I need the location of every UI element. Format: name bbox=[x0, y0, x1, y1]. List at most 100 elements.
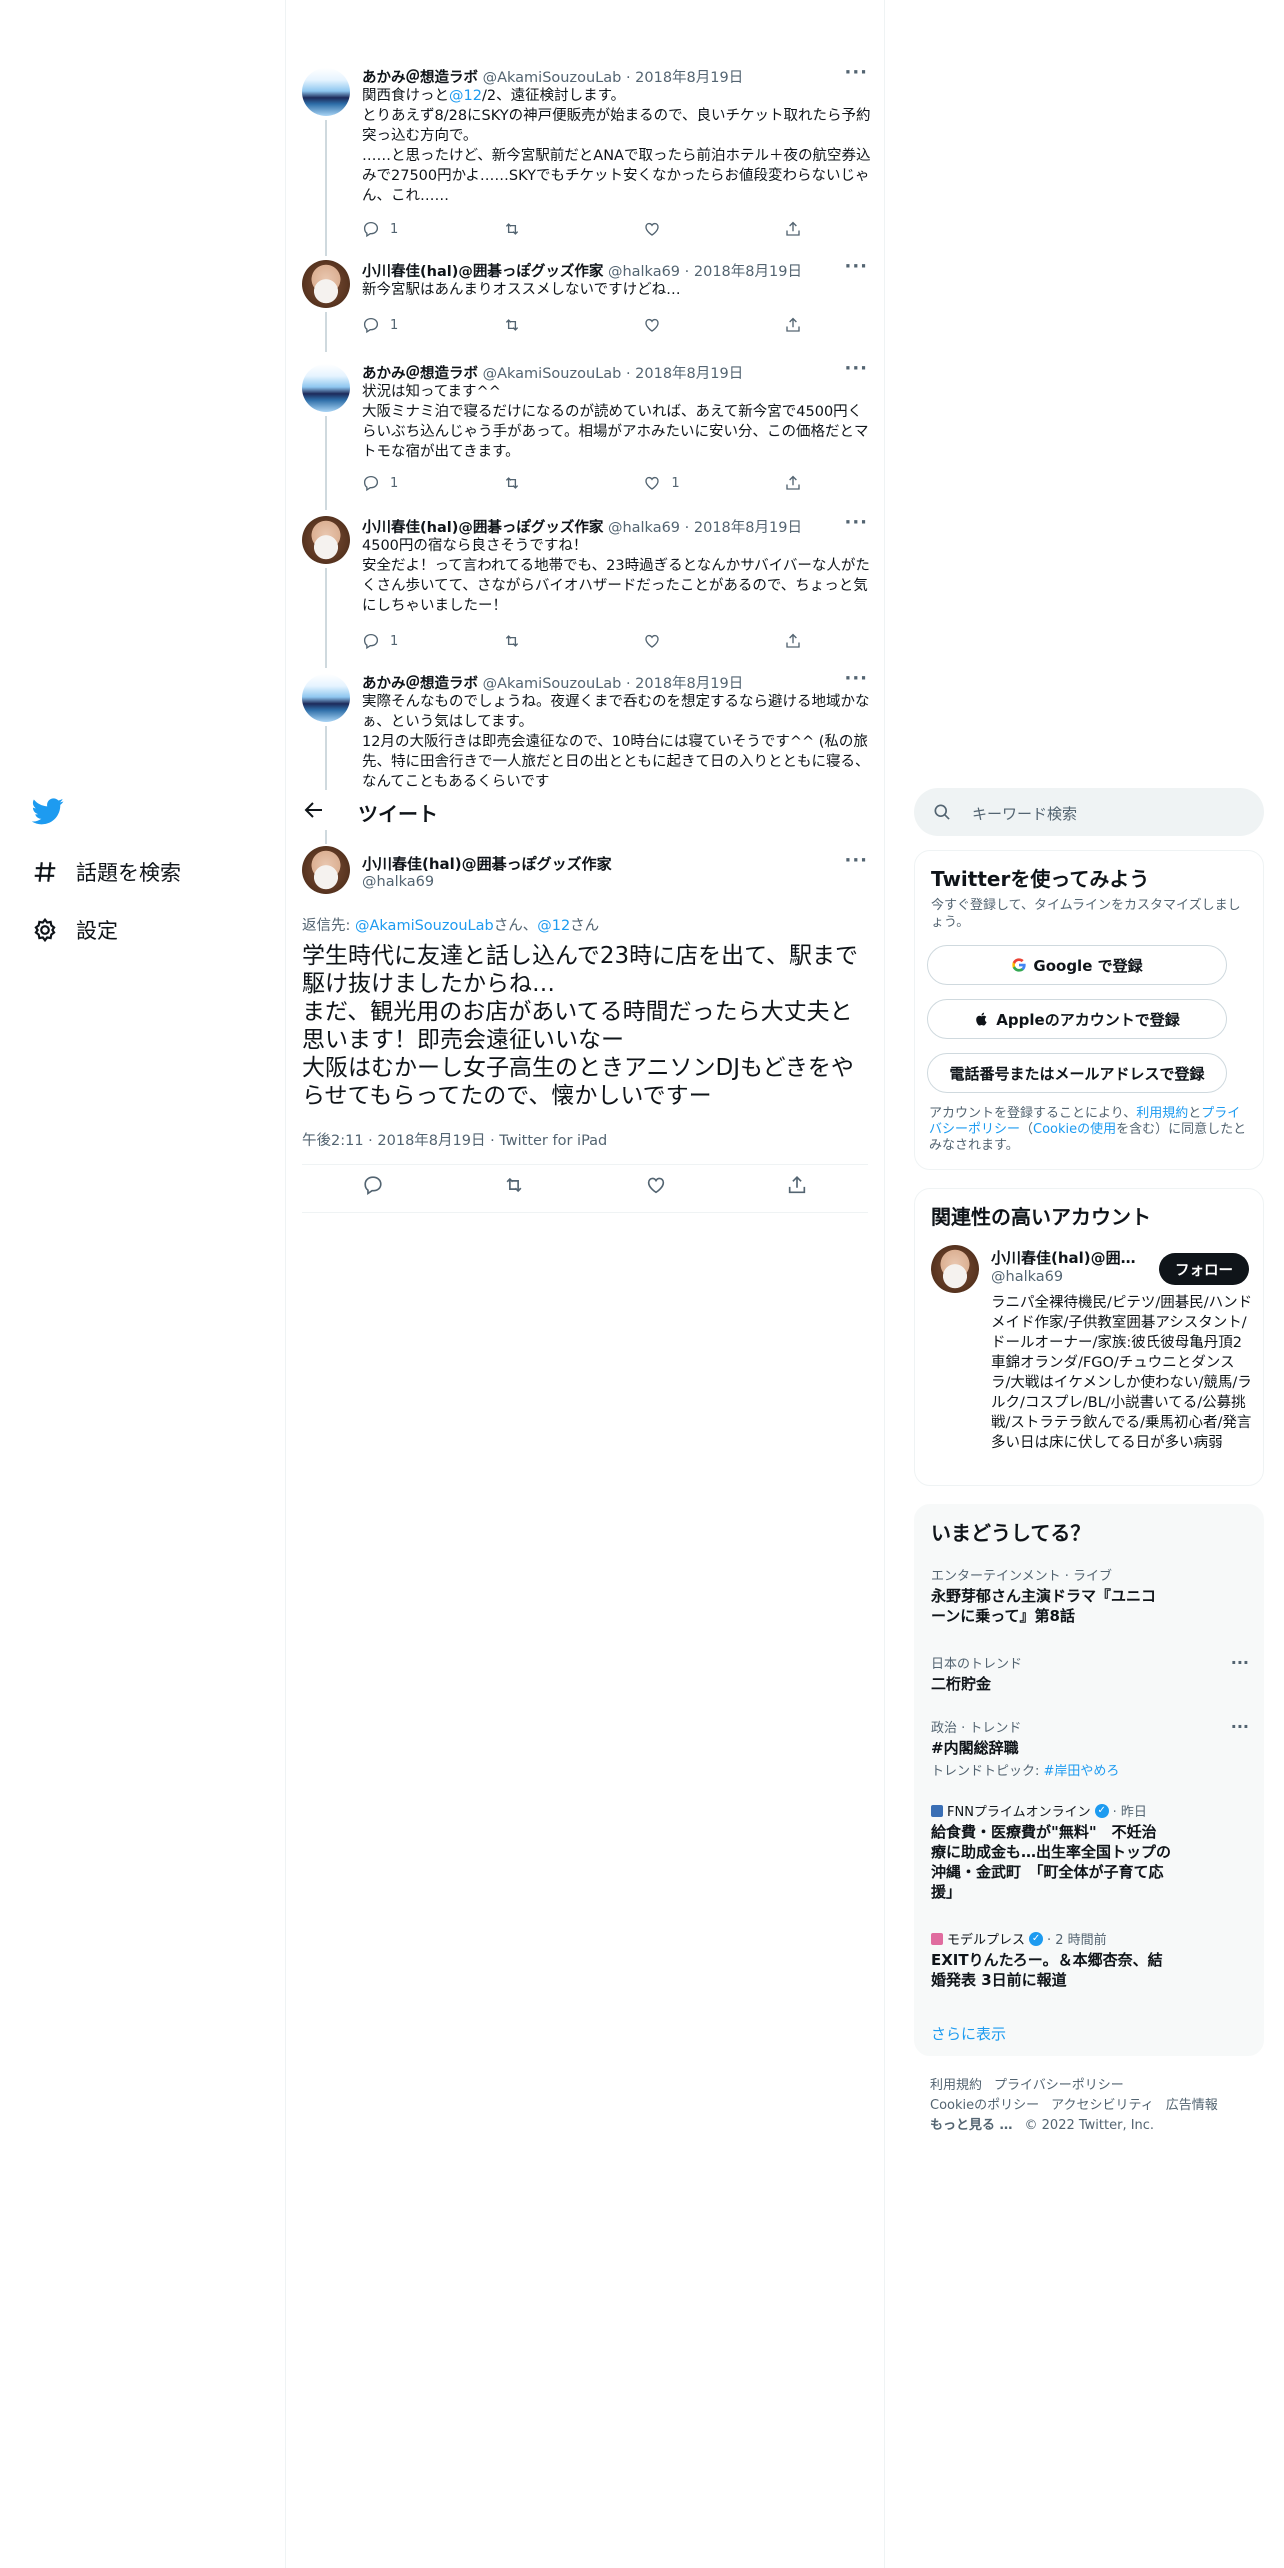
trends-title: いまどうしてる？ bbox=[931, 1521, 1091, 1545]
retweet-button[interactable] bbox=[503, 220, 603, 238]
share-button[interactable] bbox=[784, 632, 802, 650]
terms-link[interactable]: 利用規約 bbox=[1136, 1106, 1188, 1121]
more-icon[interactable]: ··· bbox=[1231, 1717, 1249, 1736]
tweet-actions bbox=[302, 1174, 868, 1196]
display-name[interactable]: あかみ＠想造ラボ bbox=[362, 676, 478, 692]
reply-count: 1 bbox=[390, 317, 399, 333]
thread-line bbox=[325, 312, 327, 352]
more-icon[interactable]: ··· bbox=[844, 62, 868, 83]
news-item[interactable]: FNNプライムオンライン ✓ · 昨日 給食費・医療費が"無料" 不妊治療に助成金も… bbox=[931, 1801, 1249, 1902]
like-button[interactable] bbox=[643, 316, 743, 334]
tweet-actions: 1 bbox=[362, 630, 802, 652]
tweet[interactable]: あかみ＠想造ラボ @AkamiSouzouLab · 2018年8月19日 ··… bbox=[286, 356, 884, 510]
reply-icon bbox=[363, 221, 379, 238]
more-icon[interactable]: ··· bbox=[844, 256, 868, 277]
mention-link[interactable]: @12 bbox=[449, 88, 482, 104]
reply-icon[interactable] bbox=[362, 1174, 384, 1196]
reply-button[interactable]: 1 bbox=[362, 220, 462, 238]
tweet-date[interactable]: · 2018年8月19日 bbox=[685, 264, 802, 280]
like-button[interactable] bbox=[643, 220, 743, 238]
handle[interactable]: @halka69 bbox=[608, 264, 680, 280]
trend-meta: 日本のトレンド bbox=[931, 1657, 1023, 1672]
share-icon[interactable] bbox=[786, 1174, 808, 1196]
tweet-date[interactable]: · 2018年8月19日 bbox=[685, 520, 802, 536]
like-button[interactable]: 1 bbox=[643, 474, 743, 492]
thread-line bbox=[325, 830, 327, 844]
handle[interactable]: @AkamiSouzouLab bbox=[483, 70, 622, 86]
thread-line bbox=[325, 250, 327, 256]
trend-topic-link[interactable]: #岸田やめろ bbox=[1044, 1764, 1120, 1779]
heart-icon[interactable] bbox=[645, 1174, 667, 1196]
display-name[interactable]: 小川春佳(hal)@囲碁っぽグッズ作家 bbox=[362, 853, 612, 874]
news-item[interactable]: モデルプレス ✓ · 2 時間前 EXITりんたろー。＆本郷杏奈、結婚発表 3日前に… bbox=[931, 1929, 1249, 1990]
twitter-logo-icon[interactable] bbox=[31, 795, 64, 827]
share-button[interactable] bbox=[784, 220, 802, 238]
avatar[interactable] bbox=[302, 260, 350, 308]
apple-signup-button[interactable]: Appleのアカウントで登録 bbox=[927, 999, 1227, 1039]
avatar[interactable] bbox=[302, 364, 350, 412]
display-name[interactable]: 小川春佳(hal)@囲碁っぽグッズ作家 bbox=[362, 520, 603, 536]
retweet-button[interactable] bbox=[503, 316, 603, 334]
footer-link[interactable]: 利用規約 bbox=[930, 2078, 982, 2093]
mention-link[interactable]: @AkamiSouzouLab bbox=[355, 918, 494, 934]
trend-item[interactable]: 日本のトレンド 二桁貯金 ··· bbox=[931, 1653, 1249, 1694]
trend-item[interactable]: エンターテインメント · ライブ 永野芽郁さん主演ドラマ『ユニコーンに乗って』第… bbox=[931, 1565, 1249, 1626]
show-more-link[interactable]: さらに表示 bbox=[931, 2023, 1006, 2044]
related-handle[interactable]: @halka69 bbox=[991, 1269, 1063, 1285]
handle[interactable]: @halka69 bbox=[608, 520, 680, 536]
display-name[interactable]: 小川春佳(hal)@囲碁っぽグッズ作家 bbox=[362, 264, 603, 280]
avatar[interactable] bbox=[302, 68, 350, 116]
share-button[interactable] bbox=[784, 316, 802, 334]
share-button[interactable] bbox=[784, 474, 802, 492]
tweet-meta[interactable]: 午後2:11 · 2018年8月19日 · Twitter for iPad bbox=[302, 1129, 607, 1150]
reply-button[interactable]: 1 bbox=[362, 316, 462, 334]
follow-button[interactable]: フォロー bbox=[1159, 1253, 1249, 1285]
tweet-header: 小川春佳(hal)@囲碁っぽグッズ作家 @halka69 · 2018年8月19… bbox=[362, 516, 802, 537]
handle[interactable]: @AkamiSouzouLab bbox=[483, 366, 622, 382]
back-arrow-icon[interactable] bbox=[302, 798, 326, 822]
tweet-date[interactable]: · 2018年8月19日 bbox=[626, 676, 743, 692]
tweet[interactable]: あかみ＠想造ラボ @AkamiSouzouLab · 2018年8月19日 ··… bbox=[286, 668, 884, 790]
footer-link[interactable]: 広告情報 bbox=[1166, 2098, 1218, 2113]
handle[interactable]: @AkamiSouzouLab bbox=[483, 676, 622, 692]
search-input[interactable]: キーワード検索 bbox=[914, 788, 1264, 836]
more-icon[interactable]: ··· bbox=[844, 850, 868, 871]
related-bio: ラニパ全裸待機民/ピテツ/囲碁民/ハンドメイド作家/子供教室囲碁アシスタント/ド… bbox=[991, 1295, 1253, 1451]
retweet-icon[interactable] bbox=[503, 1174, 525, 1196]
tweet[interactable]: あかみ＠想造ラボ @AkamiSouzouLab · 2018年8月19日 ··… bbox=[286, 60, 884, 254]
like-button[interactable] bbox=[643, 632, 743, 650]
tweet-date[interactable]: · 2018年8月19日 bbox=[626, 70, 743, 86]
mention-link[interactable]: @12 bbox=[537, 918, 570, 934]
avatar[interactable] bbox=[302, 846, 350, 894]
trend-item[interactable]: 政治 · トレンド #内閣総辞職 トレンドトピック: #岸田やめろ ··· bbox=[931, 1717, 1249, 1779]
reply-button[interactable]: 1 bbox=[362, 474, 462, 492]
footer-link[interactable]: アクセシビリティ bbox=[1051, 2098, 1154, 2113]
google-signup-button[interactable]: Google で登録 bbox=[927, 945, 1227, 985]
tweet[interactable]: 小川春佳(hal)@囲碁っぽグッズ作家 @halka69 · 2018年8月19… bbox=[286, 512, 884, 668]
display-name[interactable]: あかみ＠想造ラボ bbox=[362, 70, 478, 86]
more-icon[interactable]: ··· bbox=[1231, 1653, 1249, 1672]
avatar[interactable] bbox=[302, 674, 350, 722]
more-icon[interactable]: ··· bbox=[844, 358, 868, 379]
display-name[interactable]: あかみ＠想造ラボ bbox=[362, 366, 478, 382]
tweet[interactable]: 小川春佳(hal)@囲碁っぽグッズ作家 @halka69 · 2018年8月19… bbox=[286, 250, 884, 352]
cookie-link[interactable]: Cookieの使用 bbox=[1033, 1122, 1116, 1137]
tweet-text: 状況は知ってます^^ 大阪ミナミ泊で寝るだけになるのが読めていれば、あえて新今宮… bbox=[362, 384, 869, 460]
reply-button[interactable]: 1 bbox=[362, 632, 462, 650]
nav-settings[interactable]: 設定 bbox=[32, 910, 118, 950]
footer-more[interactable]: もっと見る … bbox=[930, 2118, 1013, 2133]
retweet-button[interactable] bbox=[503, 632, 603, 650]
related-name[interactable]: 小川春佳(hal)@囲碁っぽグッズ作家 bbox=[991, 1247, 1141, 1268]
footer-link[interactable]: Cookieのポリシー bbox=[930, 2098, 1039, 2113]
footer-link[interactable]: プライバシーポリシー bbox=[994, 2078, 1124, 2093]
avatar[interactable] bbox=[302, 516, 350, 564]
phone-email-signup-button[interactable]: 電話番号またはメールアドレスで登録 bbox=[927, 1053, 1227, 1093]
tweet-date[interactable]: · 2018年8月19日 bbox=[626, 366, 743, 382]
avatar[interactable] bbox=[931, 1245, 979, 1293]
handle[interactable]: @halka69 bbox=[362, 874, 434, 890]
news-source-icon bbox=[931, 1804, 943, 1817]
nav-explore[interactable]: 話題を検索 bbox=[32, 852, 181, 892]
more-icon[interactable]: ··· bbox=[844, 668, 868, 689]
retweet-button[interactable] bbox=[503, 474, 603, 492]
more-icon[interactable]: ··· bbox=[844, 512, 868, 533]
